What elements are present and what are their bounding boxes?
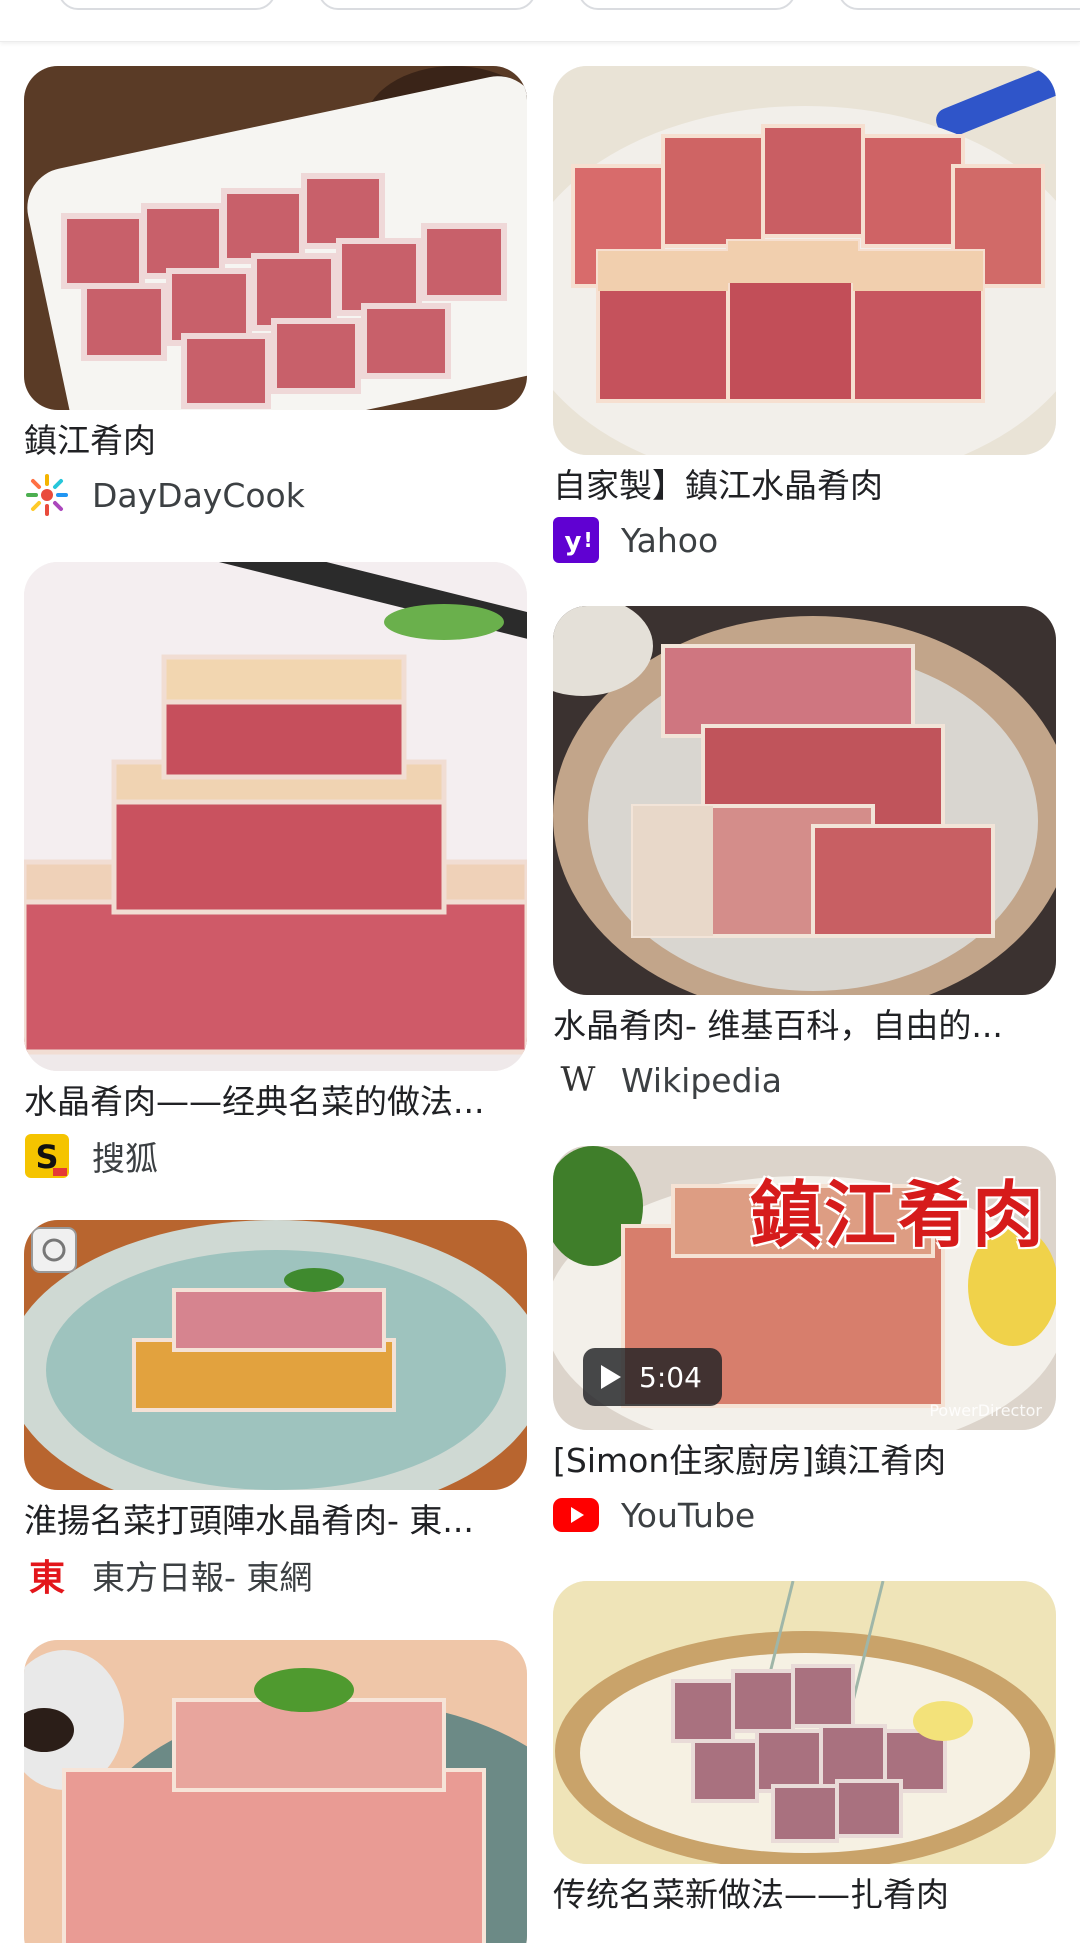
- source-name: Wikipedia: [621, 1060, 782, 1100]
- result-source[interactable]: W Wikipedia: [553, 1055, 1056, 1105]
- thumbnail-overlay-title: 鎮江肴肉: [749, 1172, 1046, 1257]
- filter-chip-bar: [0, 0, 1080, 42]
- result-thumbnail[interactable]: [24, 1640, 527, 1943]
- yahoo-icon: y !: [553, 517, 599, 563]
- image-result-card[interactable]: 水晶肴肉- 维基百科，自由的... W Wikipedia: [553, 606, 1056, 1105]
- filter-chip[interactable]: [58, 0, 276, 10]
- result-title[interactable]: 淮揚名菜打頭陣水晶肴肉- 東...: [24, 1498, 527, 1544]
- image-result-card[interactable]: 鎮江肴肉 DayDayCook: [24, 66, 527, 520]
- result-thumbnail[interactable]: [24, 66, 527, 410]
- sohu-icon: S: [24, 1133, 70, 1179]
- svg-text:y: y: [565, 527, 582, 557]
- filter-chip[interactable]: [578, 0, 796, 10]
- result-thumbnail[interactable]: [553, 606, 1056, 995]
- source-name: 東方日報- 東網: [92, 1558, 313, 1597]
- video-result-card[interactable]: 鎮江肴肉 PowerDirector 5:04 [Simon住家廚房]鎮江肴肉 …: [553, 1146, 1056, 1540]
- result-title[interactable]: 自家製】鎮江水晶肴肉: [553, 463, 1056, 509]
- result-source[interactable]: 東 東方日報- 東網: [24, 1550, 527, 1600]
- duration-text: 5:04: [639, 1360, 702, 1394]
- result-title[interactable]: 传统名菜新做法——扎肴肉: [553, 1872, 1056, 1918]
- result-thumbnail[interactable]: [553, 66, 1056, 455]
- image-result-card[interactable]: 传统名菜新做法——扎肴肉: [553, 1581, 1056, 1918]
- thumbnail-watermark: PowerDirector: [929, 1401, 1042, 1420]
- svg-text:!: !: [583, 528, 592, 552]
- daydaycook-icon: [24, 472, 70, 518]
- result-source[interactable]: DayDayCook: [24, 470, 527, 520]
- on-cc-icon: 東: [28, 1557, 65, 1599]
- result-source[interactable]: S 搜狐: [24, 1131, 527, 1181]
- result-title[interactable]: 水晶肴肉——经典名菜的做法...: [24, 1079, 527, 1125]
- result-title[interactable]: 鎮江肴肉: [24, 418, 527, 464]
- image-result-card[interactable]: 自家製】鎮江水晶肴肉 y ! Yahoo: [553, 66, 1056, 565]
- image-result-card[interactable]: 淮揚名菜打頭陣水晶肴肉- 東... 東 東方日報- 東網: [24, 1220, 527, 1600]
- image-result-card[interactable]: [24, 1640, 527, 1943]
- result-thumbnail[interactable]: [24, 1220, 527, 1490]
- filter-chip[interactable]: [318, 0, 536, 10]
- result-title[interactable]: [Simon住家廚房]鎮江肴肉: [553, 1438, 1056, 1484]
- result-title[interactable]: 水晶肴肉- 维基百科，自由的...: [553, 1003, 1056, 1049]
- source-name: Yahoo: [621, 520, 719, 560]
- image-result-card[interactable]: 水晶肴肉——经典名菜的做法... S 搜狐: [24, 562, 527, 1181]
- result-thumbnail[interactable]: [553, 1581, 1056, 1864]
- wikipedia-icon: W: [560, 1060, 596, 1100]
- video-thumbnail[interactable]: 鎮江肴肉 PowerDirector 5:04: [553, 1146, 1056, 1430]
- result-thumbnail[interactable]: [24, 562, 527, 1071]
- result-source[interactable]: y ! Yahoo: [553, 515, 1056, 565]
- source-name: YouTube: [621, 1495, 756, 1535]
- youtube-icon: [553, 1492, 599, 1538]
- play-icon: [601, 1365, 621, 1389]
- source-name: DayDayCook: [92, 475, 305, 515]
- source-name: 搜狐: [92, 1139, 158, 1178]
- result-source[interactable]: YouTube: [553, 1490, 1056, 1540]
- video-duration-badge: 5:04: [583, 1348, 722, 1406]
- filter-chip[interactable]: [838, 0, 1080, 10]
